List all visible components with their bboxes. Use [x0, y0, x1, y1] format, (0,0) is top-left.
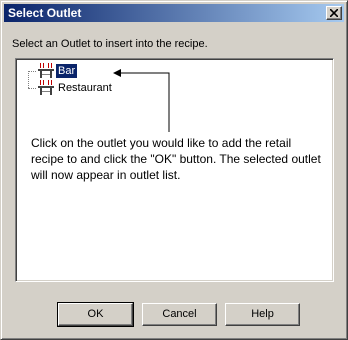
outlet-tree[interactable]: Bar Restaurant Click on the outlet you w… [15, 58, 334, 282]
select-outlet-dialog: Select Outlet Select an Outlet to insert… [0, 0, 348, 340]
help-button[interactable]: Help [225, 303, 300, 326]
title-bar[interactable]: Select Outlet [4, 4, 344, 22]
instruction-label: Select an Outlet to insert into the reci… [12, 38, 208, 50]
dialog-title: Select Outlet [8, 6, 82, 20]
arrowhead-icon [113, 69, 121, 77]
close-button[interactable] [326, 6, 342, 20]
cancel-button[interactable]: Cancel [142, 303, 217, 326]
close-icon [330, 9, 338, 17]
help-annotation: Click on the outlet you would like to ad… [31, 136, 321, 182]
ok-button[interactable]: OK [57, 302, 134, 327]
